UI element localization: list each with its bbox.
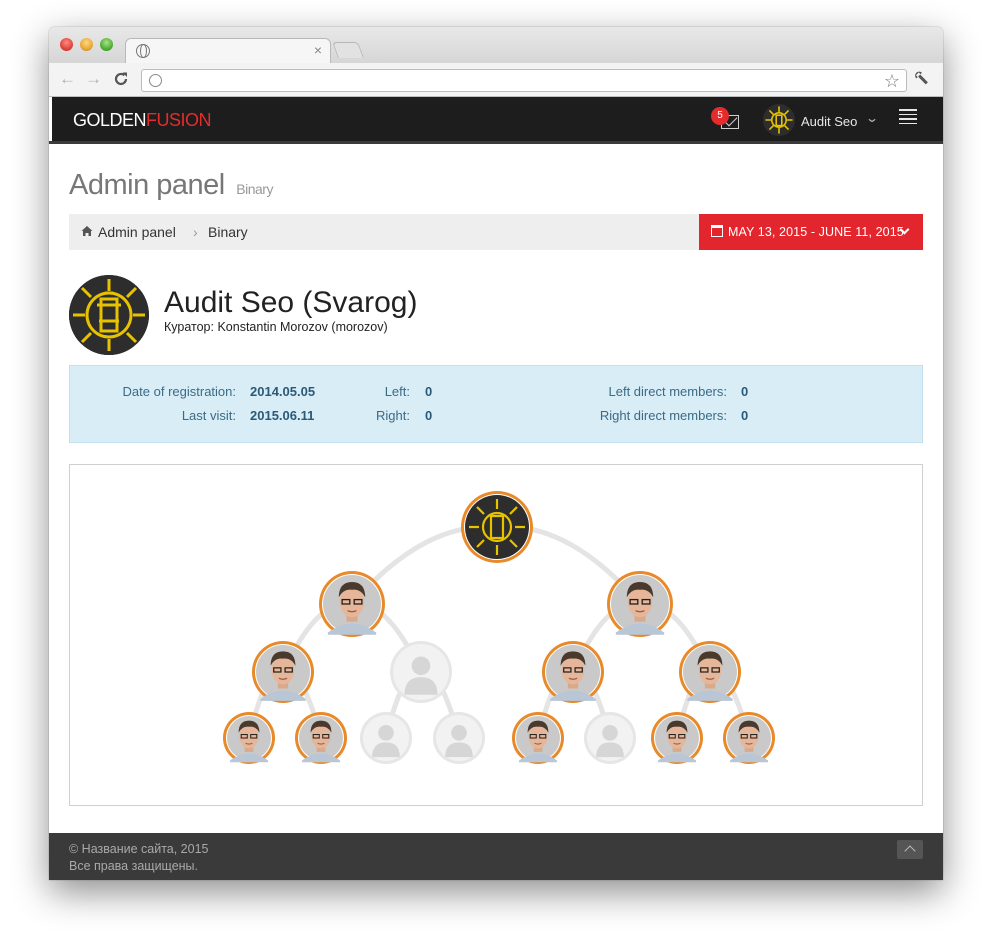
footer: © Название сайта, 2015 Все права защищен… — [49, 833, 943, 880]
member-node[interactable] — [679, 641, 741, 703]
scroll-to-top-button[interactable] — [897, 840, 923, 859]
notification-badge[interactable]: 5 — [711, 107, 729, 125]
profile-name: Audit Seo (Svarog) — [164, 286, 418, 319]
empty-slot-node[interactable] — [433, 712, 485, 764]
calendar-icon — [711, 225, 723, 237]
minimize-window-button[interactable] — [80, 38, 93, 51]
zoom-window-button[interactable] — [100, 38, 113, 51]
breadcrumb-separator: › — [193, 224, 198, 240]
profile-curator: Куратор: Konstantin Morozov (morozov) — [164, 320, 388, 334]
page-content: Admin panel Binary Admin panel › Binary … — [49, 147, 943, 833]
reload-icon[interactable] — [113, 70, 129, 87]
registration-value: 2014.05.05 — [250, 384, 316, 399]
avatar[interactable] — [763, 104, 795, 136]
page-title: Admin panel Binary — [69, 169, 273, 202]
browser-toolbar: ← → ☆ — [49, 63, 943, 97]
member-node[interactable] — [651, 712, 703, 764]
last-visit-label: Last visit: — [181, 408, 236, 423]
member-node[interactable] — [607, 571, 673, 637]
left-label: Left: — [384, 384, 410, 399]
breadcrumb-link-admin-panel[interactable]: Admin panel — [98, 224, 176, 240]
member-node[interactable] — [295, 712, 347, 764]
top-navbar: GOLDENFUSION 5 Audit Seo ⌄ — [49, 97, 943, 144]
empty-slot-node[interactable] — [584, 712, 636, 764]
member-node[interactable] — [542, 641, 604, 703]
date-range-text: MAY 13, 2015 - JUNE 11, 2015 — [728, 225, 904, 239]
date-range-picker[interactable]: MAY 13, 2015 - JUNE 11, 2015 — [699, 214, 923, 250]
tab-close-icon[interactable]: × — [314, 42, 322, 58]
chevron-down-icon[interactable]: ⌄ — [865, 111, 879, 125]
browser-tab[interactable]: × — [125, 38, 331, 63]
home-icon — [81, 226, 93, 236]
forward-arrow-icon[interactable]: → — [85, 70, 102, 88]
registration-label: Date of registration: — [122, 384, 236, 399]
brand-divider — [49, 97, 52, 141]
last-visit-value: 2015.06.11 — [250, 408, 315, 423]
breadcrumb: Admin panel › Binary MAY 13, 2015 - JUNE… — [69, 214, 923, 250]
member-node[interactable] — [223, 712, 275, 764]
back-arrow-icon[interactable]: ← — [59, 70, 76, 88]
empty-slot-node[interactable] — [360, 712, 412, 764]
new-tab-button[interactable] — [332, 42, 364, 58]
member-node[interactable] — [252, 641, 314, 703]
brand-golden-text: GOLDEN — [73, 110, 147, 130]
profile-avatar — [69, 275, 149, 355]
address-bar[interactable]: ☆ — [141, 69, 907, 92]
root-member-node[interactable] — [461, 491, 533, 563]
browser-titlebar: × — [49, 27, 943, 63]
page-title-text: Admin panel — [69, 169, 225, 201]
bookmark-star-icon[interactable]: ☆ — [884, 70, 900, 92]
left-value: 0 — [425, 384, 433, 399]
stats-panel: Date of registration: 2014.05.05 Last vi… — [69, 365, 923, 443]
member-node[interactable] — [723, 712, 775, 764]
wrench-icon[interactable] — [910, 66, 936, 92]
globe-icon — [149, 74, 162, 87]
brand-fusion-text: FUSION — [146, 110, 212, 130]
hamburger-icon[interactable] — [899, 109, 917, 127]
brand-logo[interactable]: GOLDENFUSION — [73, 110, 212, 131]
binary-tree — [69, 464, 923, 806]
browser-window: × ← → ☆ GOLDENFUSION 5 Audit Seo ⌄ Admin… — [49, 27, 943, 880]
member-node[interactable] — [319, 571, 385, 637]
left-direct-label: Left direct members: — [608, 384, 728, 399]
close-window-button[interactable] — [60, 38, 73, 51]
breadcrumb-current: Binary — [208, 224, 248, 240]
left-direct-value: 0 — [741, 384, 749, 399]
right-label: Right: — [376, 408, 410, 423]
member-node[interactable] — [512, 712, 564, 764]
footer-copyright: © Название сайта, 2015 — [69, 842, 209, 856]
right-direct-label: Right direct members: — [599, 408, 727, 423]
right-value: 0 — [425, 408, 433, 423]
user-menu-name[interactable]: Audit Seo — [801, 114, 857, 129]
binary-tree-canvas — [223, 491, 775, 764]
footer-rights: Все права защищены. — [69, 859, 199, 873]
page-subtitle: Binary — [236, 181, 273, 197]
right-direct-value: 0 — [741, 408, 749, 423]
globe-icon — [136, 44, 150, 58]
empty-slot-node[interactable] — [390, 641, 452, 703]
